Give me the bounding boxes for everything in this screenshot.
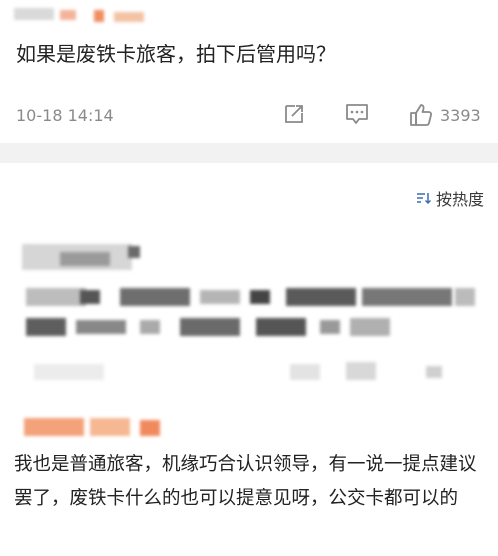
comment-text: 如果是废铁卡旅客，拍下后管用吗？ [16, 42, 336, 66]
redacted-username [14, 6, 164, 24]
like-button[interactable]: 3393 [408, 102, 481, 128]
reply-text: 我也是普通旅客，机缘巧合认识领导，有一说一提点建议罢了，废铁卡什么的也可以提意见… [14, 454, 477, 509]
share-button[interactable] [282, 102, 306, 126]
thumbs-up-icon [410, 104, 433, 126]
share-icon [285, 105, 303, 123]
comment-icon [346, 104, 368, 124]
sort-label: 按热度 [435, 190, 484, 209]
sort-lines-icon [416, 193, 432, 205]
comment-button[interactable] [344, 102, 370, 126]
section-divider [0, 143, 498, 163]
sort-by-hot-button[interactable]: 按热度 [416, 186, 484, 210]
like-count: 3393 [440, 105, 481, 125]
comment-timestamp: 10-18 14:14 [16, 106, 114, 125]
